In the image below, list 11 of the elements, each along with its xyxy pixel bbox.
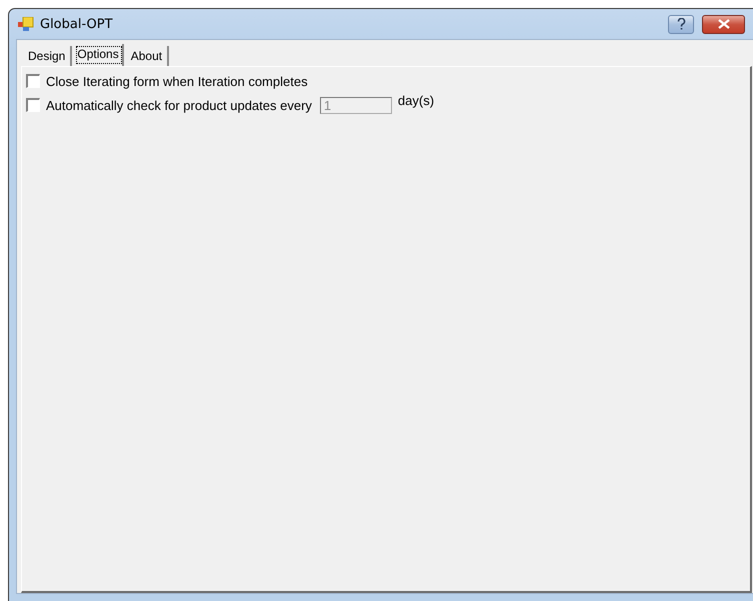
checkbox[interactable] xyxy=(26,74,40,88)
help-button[interactable] xyxy=(668,14,694,34)
app-icon xyxy=(18,17,34,31)
close-button[interactable] xyxy=(702,14,745,34)
checkbox-label: Automatically check for product updates every xyxy=(46,98,312,112)
checkbox-label: Close Iterating form when Iteration completes xyxy=(46,74,308,88)
help-icon xyxy=(676,18,686,30)
tab[interactable]: Options xyxy=(74,44,124,66)
unit-label: day(s) xyxy=(398,93,434,108)
window-title: Global-OPT xyxy=(40,16,113,32)
close-icon xyxy=(718,19,730,29)
